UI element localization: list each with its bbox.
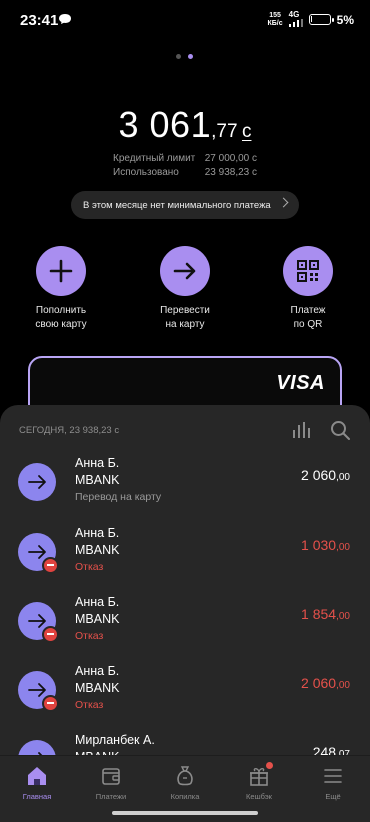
balance-integer: 3 061 <box>118 104 212 145</box>
transaction-name: Анна Б. <box>75 664 120 678</box>
transfer-label: Перевести на карту <box>160 305 210 330</box>
transaction-name: Анна Б. <box>75 526 120 540</box>
nav-cashback[interactable]: Кешбэк <box>222 756 296 808</box>
plus-icon <box>36 246 86 296</box>
transaction-bank: MBANK <box>75 681 120 695</box>
visa-logo: VISA <box>276 372 325 394</box>
gift-icon <box>248 762 273 787</box>
qr-pay-label: Платеж по QR <box>290 305 326 330</box>
chart-icon[interactable] <box>292 422 312 438</box>
transaction-name: Мирланбек А. <box>75 733 155 747</box>
page-dot[interactable] <box>176 54 181 59</box>
chevron-right-icon <box>278 197 289 208</box>
transactions-date-header: СЕГОДНЯ, 23 938,23 с <box>19 425 120 436</box>
battery-icon <box>308 14 334 25</box>
transaction-row[interactable]: Анна Б. MBANK Отказ 1 854,00 <box>0 594 370 664</box>
transaction-amount: 1 854,00 <box>301 606 350 622</box>
nav-home[interactable]: Главная <box>0 756 74 808</box>
transaction-bank: MBANK <box>75 543 120 557</box>
transaction-status: Перевод на карту <box>75 491 162 503</box>
balance: 3 061,77 с <box>0 104 370 146</box>
min-payment-text: В этом месяце нет минимального платежа <box>83 199 271 211</box>
transaction-status: Отказ <box>75 561 104 573</box>
home-indicator <box>112 811 258 815</box>
transaction-name: Анна Б. <box>75 456 120 470</box>
used-label: Использовано <box>113 167 179 178</box>
nav-savings[interactable]: Копилка <box>148 756 222 808</box>
declined-badge-icon <box>42 695 59 712</box>
limits: Кредитный лимит 27 000,00 с Использовано… <box>0 152 370 180</box>
home-icon <box>26 765 48 787</box>
transaction-name: Анна Б. <box>75 595 120 609</box>
qr-icon <box>283 246 333 296</box>
transaction-status: Отказ <box>75 699 104 711</box>
battery-percent: 5% <box>336 12 354 27</box>
credit-limit-label: Кредитный лимит <box>113 153 196 164</box>
credit-limit-row: Кредитный лимит 27 000,00 с <box>0 152 370 166</box>
transaction-row[interactable]: Анна Б. MBANK Отказ 1 030,00 <box>0 525 370 595</box>
min-payment-banner[interactable]: В этом месяце нет минимального платежа <box>71 191 299 219</box>
status-time: 23:41 <box>20 12 59 29</box>
transfer-button[interactable]: Перевести на карту <box>130 246 240 332</box>
transaction-row[interactable]: Анна Б. MBANK Перевод на карту 2 060,00 <box>0 455 370 525</box>
status-bar: 23:41 155 КБ/с 4G 5% <box>0 0 370 40</box>
transaction-bank: MBANK <box>75 612 120 626</box>
signal-icon <box>288 19 303 27</box>
qr-pay-button[interactable]: Платеж по QR <box>253 246 363 332</box>
arrow-right-icon <box>28 475 46 489</box>
declined-badge-icon <box>42 557 59 574</box>
balance-fraction: ,77 <box>211 121 238 142</box>
notification-dot <box>266 762 273 769</box>
nav-more[interactable]: Ещё <box>296 756 370 808</box>
piggy-bank-icon <box>174 765 196 787</box>
credit-limit-value: 27 000,00 с <box>204 153 257 164</box>
menu-icon <box>322 765 344 787</box>
declined-badge-icon <box>42 626 59 643</box>
network-speed: 155 КБ/с <box>267 11 283 27</box>
top-up-button[interactable]: Пополнить свою карту <box>6 246 116 332</box>
transaction-status: Отказ <box>75 630 104 642</box>
chat-notification-icon <box>59 14 71 24</box>
transaction-bank: MBANK <box>75 473 120 487</box>
nav-payments[interactable]: Платежи <box>74 756 148 808</box>
page-dot-active[interactable] <box>188 54 193 59</box>
transaction-amount: 2 060,00 <box>301 675 350 691</box>
top-up-label: Пополнить свою карту <box>35 305 87 330</box>
transaction-amount: 1 030,00 <box>301 537 350 553</box>
page-indicator <box>176 54 193 59</box>
transaction-row[interactable]: Анна Б. MBANK Отказ 2 060,00 <box>0 663 370 733</box>
wallet-icon <box>100 765 122 787</box>
balance-currency: с <box>241 121 252 142</box>
transfer-avatar <box>18 463 56 501</box>
arrow-right-icon <box>160 246 210 296</box>
used-value: 23 938,23 с <box>204 167 257 178</box>
used-row: Использовано 23 938,23 с <box>0 166 370 180</box>
transaction-amount: 2 060,00 <box>301 467 350 483</box>
search-icon[interactable] <box>330 420 350 440</box>
network-type: 4G <box>288 10 303 29</box>
